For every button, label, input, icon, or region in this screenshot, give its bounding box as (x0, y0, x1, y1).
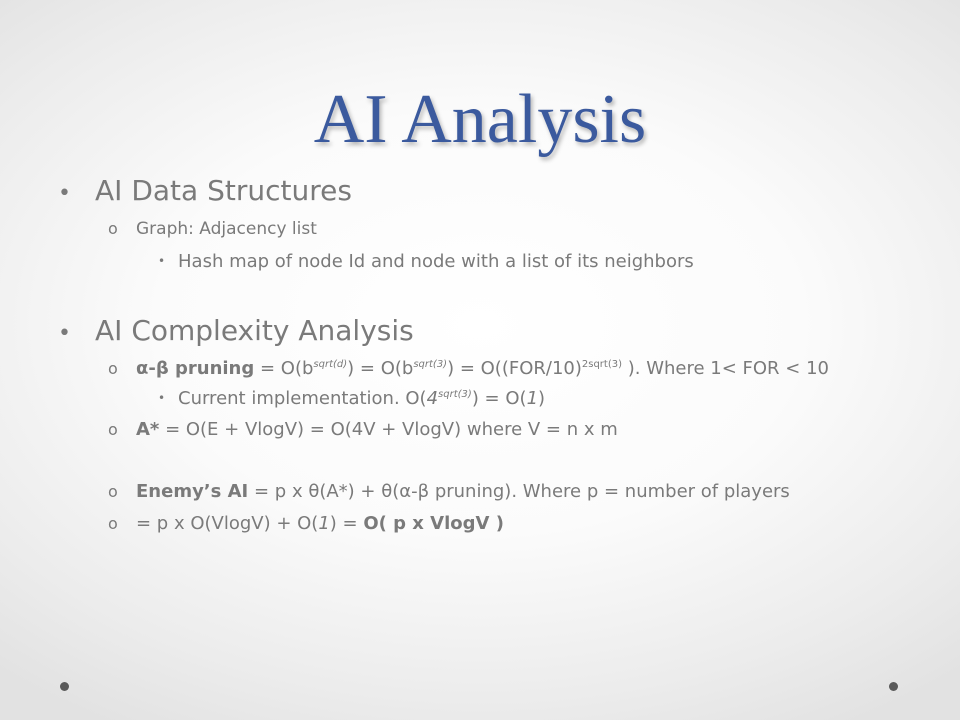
sub-bullet-graph: o Graph: Adjacency list (108, 218, 317, 240)
sub-bullet-enemy-ai: o Enemy’s AI = p x θ(A*) + θ(α-β pruning)… (108, 481, 790, 503)
formula-part: = p x O(VlogV) + O( (136, 513, 319, 534)
sub-bullet-marker: o (108, 482, 118, 501)
bullet-text: AI Complexity Analysis (95, 314, 414, 347)
sub-bullet-marker: o (108, 514, 118, 533)
result-formula: O( p x VlogV ) (363, 513, 504, 534)
sub-sub-bullet-marker: • (158, 391, 166, 405)
sub-sub-bullet-text: Hash map of node Id and node with a list… (178, 251, 694, 272)
sub-bullet-result: o = p x O(VlogV) + O(1) = O( p x VlogV ) (108, 513, 504, 535)
corner-dot-decoration (889, 682, 898, 691)
enemy-ai-label: Enemy’s AI (136, 481, 249, 502)
sub-sub-bullet-marker: • (158, 254, 166, 268)
formula-sup: sqrt(3) (413, 359, 448, 370)
sub-sub-bullet-current-implementation: • Current implementation. O(4sqrt(3)) = O… (158, 387, 545, 410)
slide: AI Analysis • AI Data Structures o Graph: … (0, 0, 960, 720)
sub-bullet-marker: o (108, 219, 118, 238)
corner-dot-decoration (60, 682, 69, 691)
enemy-ai-formula: = p x θ(A*) + θ(α-β pruning). Where p = … (248, 481, 790, 502)
sub-bullet-marker: o (108, 420, 118, 439)
astar-formula: = O(E + VlogV) = O(4V + VlogV) where V =… (159, 419, 618, 440)
bullet-marker: • (58, 321, 71, 346)
sub-bullet-marker: o (108, 359, 118, 378)
formula-italic: 1 (318, 513, 330, 534)
formula-part: ). Where 1< FOR < 10 (622, 358, 829, 379)
slide-title: AI Analysis (313, 81, 647, 158)
bullet-marker: • (58, 181, 71, 206)
formula-part: ) = (329, 513, 364, 534)
formula-part: = O(b (254, 358, 314, 379)
alpha-beta-label: α-β pruning (136, 358, 255, 379)
formula-italic: 4 (426, 388, 439, 409)
sub-sub-bullet-hashmap: • Hash map of node Id and node with a lis… (158, 250, 694, 273)
bullet-text: AI Data Structures (95, 174, 352, 207)
formula-part: ) (538, 388, 546, 409)
formula-part: ) = O((FOR/10) (447, 358, 582, 379)
formula-italic: 1 (526, 388, 539, 409)
formula-sup: sqrt(3) (438, 389, 472, 400)
sub-bullet-astar: o A* = O(E + VlogV) = O(4V + VlogV) where… (108, 419, 618, 441)
astar-label: A* (136, 419, 160, 440)
formula-part: ) = O(b (347, 358, 414, 379)
formula-part: Current implementation. O( (178, 388, 427, 409)
formula-sup: sqrt(d) (313, 359, 348, 370)
sub-bullet-alpha-beta: o α-β pruning = O(bsqrt(d)) = O(bsqrt(3))… (108, 358, 829, 380)
sub-bullet-text: Graph: Adjacency list (136, 219, 317, 239)
formula-part: ) = O( (471, 388, 527, 409)
formula-sup: 2sqrt(3) (581, 359, 622, 370)
bullet-ai-data-structures: • AI Data Structures (58, 174, 352, 211)
bullet-ai-complexity-analysis: • AI Complexity Analysis (58, 314, 414, 351)
